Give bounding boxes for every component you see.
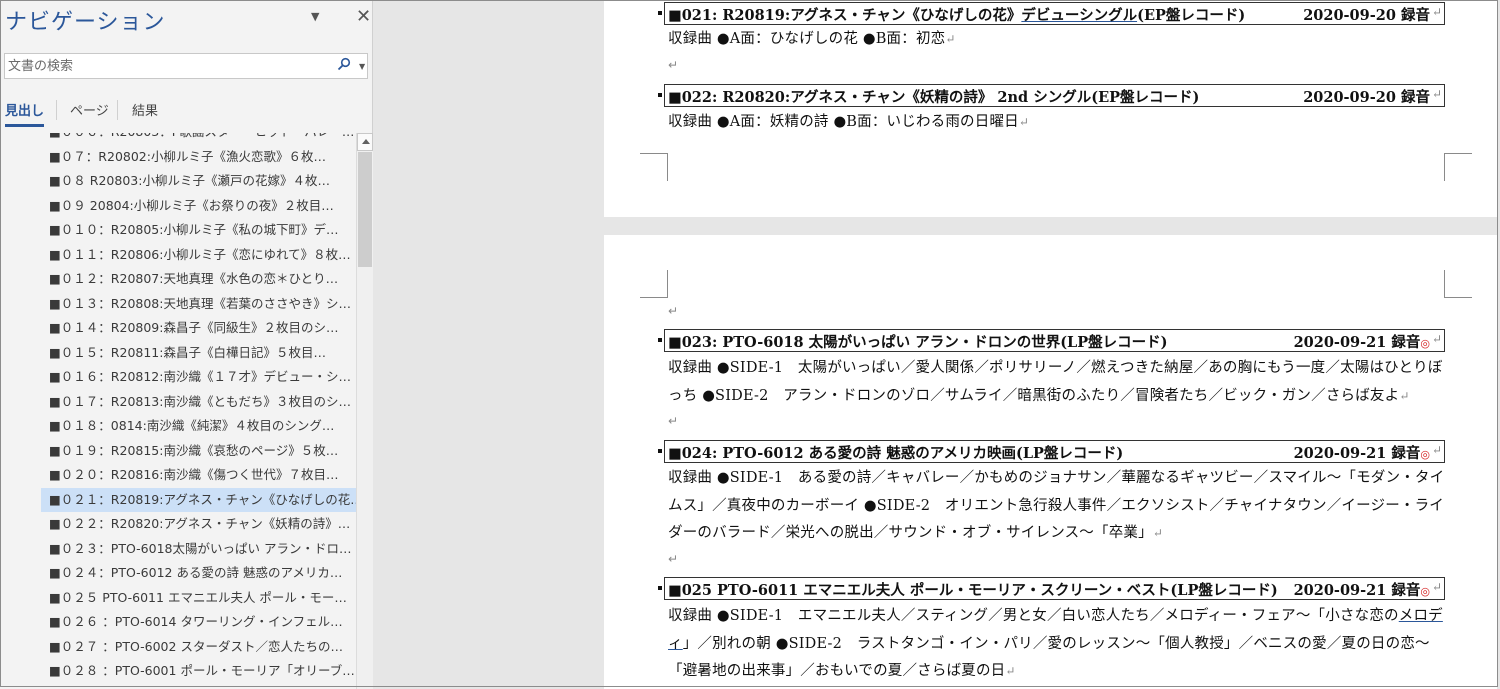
edit-mark-icon: ◎	[1420, 448, 1430, 461]
entry-heading[interactable]: ■022: R20820:アグネス・チャン《妖精の詩》 2nd シングル(EP盤…	[658, 84, 1445, 107]
nav-heading-item[interactable]: ■０２５ PTO-6011 エマニエル夫人 ポール・モーリア…	[0, 586, 355, 611]
heading-list: ■００６：R20803：I 歌謡スター・ヒット・パレード…■０７：R20802:…	[0, 133, 372, 689]
nav-heading-item[interactable]: ■０２１：R20819:アグネス・チャン《ひなげしの花》…	[41, 487, 363, 512]
paragraph-mark: ↵	[1431, 332, 1442, 346]
heading-date: 2020-09-21 録音◎	[1293, 445, 1430, 462]
nav-heading-item[interactable]: ■０１７：R20813:南沙織《ともだち》３枚目のシ…	[0, 390, 355, 415]
entry-heading[interactable]: ■021: R20819:アグネス・チャン《ひなげしの花》デビューシングル(EP…	[658, 2, 1445, 25]
entry-body[interactable]: 収録曲 ●A面：ひなげしの花 ●B面：初恋↵	[668, 26, 1450, 54]
paragraph-mark: ↵	[1431, 87, 1442, 101]
paragraph-mark: ↵	[1399, 388, 1410, 403]
heading-date: 2020-09-21 録音◎	[1293, 582, 1430, 599]
heading-text: ■021: R20819:アグネス・チャン《ひなげしの花》	[668, 7, 1022, 24]
paragraph-mark: ↵	[1431, 443, 1442, 457]
nav-heading-item[interactable]: ■０２８ ：PTO-6001 ポール・モーリア「オリーブの…	[0, 659, 355, 684]
navigation-pane: ナビゲーション ▼ ✕ ▼ 見出し ページ 結果 ■００６：R20803：I 歌…	[0, 0, 373, 689]
paragraph-mark: ↵	[668, 552, 679, 566]
tab-headings[interactable]: 見出し	[5, 100, 45, 127]
heading-text: ■025 PTO-6011 エマニエル夫人 ポール・モーリア・スクリーン・ベスト…	[668, 582, 1278, 599]
margin-corner-mark	[1444, 270, 1472, 298]
paragraph-mark: ↵	[1152, 526, 1164, 540]
margin-corner-mark	[1444, 153, 1472, 181]
nav-heading-item[interactable]: ■０２３：PTO-6018太陽がいっぱい アラン・ドロン…	[0, 537, 355, 562]
entry-body[interactable]: 収録曲 ●SIDE-1 エマニエル夫人／スティング／男と女／白い恋人たち／メロデ…	[668, 603, 1450, 686]
nav-heading-item[interactable]: ■０１２：R20807:天地真理《水色の恋＊ひとり…	[0, 267, 355, 292]
heading-date: 2020-09-20 録音	[1303, 89, 1430, 106]
nav-heading-item[interactable]: ■０１０：R20805:小柳ルミ子《私の城下町》デ…	[0, 218, 355, 243]
nav-heading-item[interactable]: ■０９ 20804:小柳ルミ子《お祭りの夜》２枚目…	[0, 194, 355, 219]
edit-mark-icon: ◎	[1420, 585, 1430, 598]
nav-heading-item[interactable]: ■０８ R20803:小柳ルミ子《瀬戸の花嫁》４枚…	[0, 169, 355, 194]
paragraph-mark: ↵	[1005, 664, 1016, 678]
nav-heading-item[interactable]: ■０２０：R20816:南沙織《傷つく世代》７枚目…	[0, 463, 355, 488]
paragraph-mark: ↵	[1431, 5, 1442, 19]
nav-heading-item[interactable]: ■００６：R20803：I 歌謡スター・ヒット・パレード…	[0, 133, 355, 145]
margin-corner-mark	[640, 270, 668, 298]
entry-body[interactable]: 収録曲 ●A面：妖精の詩 ●B面：いじわる雨の日曜日↵	[668, 109, 1450, 137]
list-bullet	[658, 338, 662, 342]
body-text: 収録曲 ●SIDE-1 太陽がいっぱい／愛人関係／ポリサリーノ／燃えつきた納屋／…	[668, 360, 1443, 404]
entry-heading[interactable]: ■023: PTO-6018 太陽がいっぱい アラン・ドロンの世界(LP盤レコー…	[658, 329, 1445, 352]
tab-pages[interactable]: ページ	[70, 100, 109, 124]
entry-body[interactable]: 収録曲 ●SIDE-1 ある愛の詩／キャバレー／かもめのジョナサン／華麗なるギャ…	[668, 465, 1450, 548]
tab-divider	[117, 100, 118, 120]
nav-close-icon[interactable]: ✕	[356, 6, 371, 27]
entry-heading[interactable]: ■025 PTO-6011 エマニエル夫人 ポール・モーリア・スクリーン・ベスト…	[658, 577, 1445, 600]
tab-results[interactable]: 結果	[132, 100, 158, 124]
nav-title: ナビゲーション	[5, 10, 166, 35]
body-text: 収録曲 ●A面：ひなげしの花 ●B面：初恋	[668, 31, 946, 47]
tab-divider	[56, 100, 57, 120]
margin-corner-mark	[640, 153, 668, 181]
body-text: 収録曲 ●SIDE-1 エマニエル夫人／スティング／男と女／白い恋人たち／メロデ…	[668, 608, 1399, 624]
search-icon[interactable]	[337, 57, 351, 71]
body-text: 」／別れの朝 ●SIDE-2 ラストタンゴ・イン・パリ／愛のレッスン～「個人教授…	[668, 635, 1430, 680]
heading-text: ■023: PTO-6018 太陽がいっぱい アラン・ドロンの世界(LP盤レコー…	[668, 334, 1168, 351]
paragraph-mark: ↵	[1018, 115, 1030, 129]
list-bullet	[658, 11, 662, 15]
scroll-up-arrow-icon[interactable]	[357, 133, 373, 151]
nav-heading-item[interactable]: ■０１３：R20808:天地真理《若葉のささやき》シ…	[0, 292, 355, 317]
list-bullet	[658, 586, 662, 590]
nav-heading-item[interactable]: ■０２４：PTO-6012 ある愛の詩 魅惑のアメリカ…	[0, 561, 355, 586]
nav-heading-item[interactable]: ■０１１：R20806:小柳ルミ子《恋にゆれて》８枚…	[0, 243, 355, 268]
paragraph-mark: ↵	[668, 414, 679, 428]
paragraph-mark: ↵	[1431, 580, 1442, 594]
edit-mark-icon: ◎	[1420, 337, 1430, 350]
nav-heading-item[interactable]: ■０１４：R20809:森昌子《同級生》２枚目のシ…	[0, 316, 355, 341]
nav-heading-item[interactable]: ■０１９：R20815:南沙織《哀愁のページ》５枚…	[0, 439, 355, 464]
paragraph-mark: ↵	[668, 58, 679, 72]
heading-text: (EP盤レコード)	[1137, 7, 1246, 24]
nav-heading-item[interactable]: ■０１８：0814:南沙織《純潔》４枚目のシング…	[0, 414, 355, 439]
search-options-chevron-icon[interactable]: ▼	[359, 62, 365, 71]
body-text: 収録曲 ●A面：妖精の詩 ●B面：いじわる雨の日曜日	[668, 114, 1019, 130]
list-bullet	[658, 93, 662, 97]
nav-heading-item[interactable]: ■０２７ ：PTO-6002 スターダスト／恋人たちのメ…	[0, 635, 355, 660]
nav-heading-item[interactable]: ■０２２：R20820:アグネス・チャン《妖精の詩》２…	[0, 512, 355, 537]
heading-date: 2020-09-21 録音◎	[1293, 334, 1430, 351]
search-box[interactable]: ▼	[4, 53, 368, 79]
list-bullet	[658, 449, 662, 453]
heading-text: ■022: R20820:アグネス・チャン《妖精の詩》 2nd シングル(EP盤…	[668, 89, 1200, 106]
heading-text-underlined: デビューシングル	[1021, 7, 1138, 24]
search-input[interactable]	[8, 57, 328, 75]
heading-date: 2020-09-20 録音	[1303, 7, 1430, 24]
scroll-thumb[interactable]	[358, 152, 372, 267]
nav-scrollbar[interactable]	[356, 133, 373, 689]
paragraph-mark: ↵	[945, 32, 956, 46]
heading-text: ■024: PTO-6012 ある愛の詩 魅惑のアメリカ映画(LP盤レコード)	[668, 445, 1124, 462]
entry-heading[interactable]: ■024: PTO-6012 ある愛の詩 魅惑のアメリカ映画(LP盤レコード) …	[658, 440, 1445, 463]
entry-body[interactable]: 収録曲 ●SIDE-1 太陽がいっぱい／愛人関係／ポリサリーノ／燃えつきた納屋／…	[668, 355, 1450, 410]
nav-heading-item[interactable]: ■０１５：R20811:森昌子《白樺日記》５枚目…	[0, 341, 355, 366]
nav-heading-item[interactable]: ■０１６：R20812:南沙織《１７才》デビュー・シ…	[0, 365, 355, 390]
nav-heading-item[interactable]: ■０２６ ：PTO-6014 タワーリング・インフェルノ ア…	[0, 610, 355, 635]
nav-menu-chevron-icon[interactable]: ▼	[311, 10, 319, 23]
nav-heading-item[interactable]: ■０７：R20802:小柳ルミ子《漁火恋歌》６枚…	[0, 145, 355, 170]
paragraph-mark: ↵	[668, 304, 679, 318]
body-text: 収録曲 ●SIDE-1 ある愛の詩／キャバレー／かもめのジョナサン／華麗なるギャ…	[668, 470, 1445, 541]
